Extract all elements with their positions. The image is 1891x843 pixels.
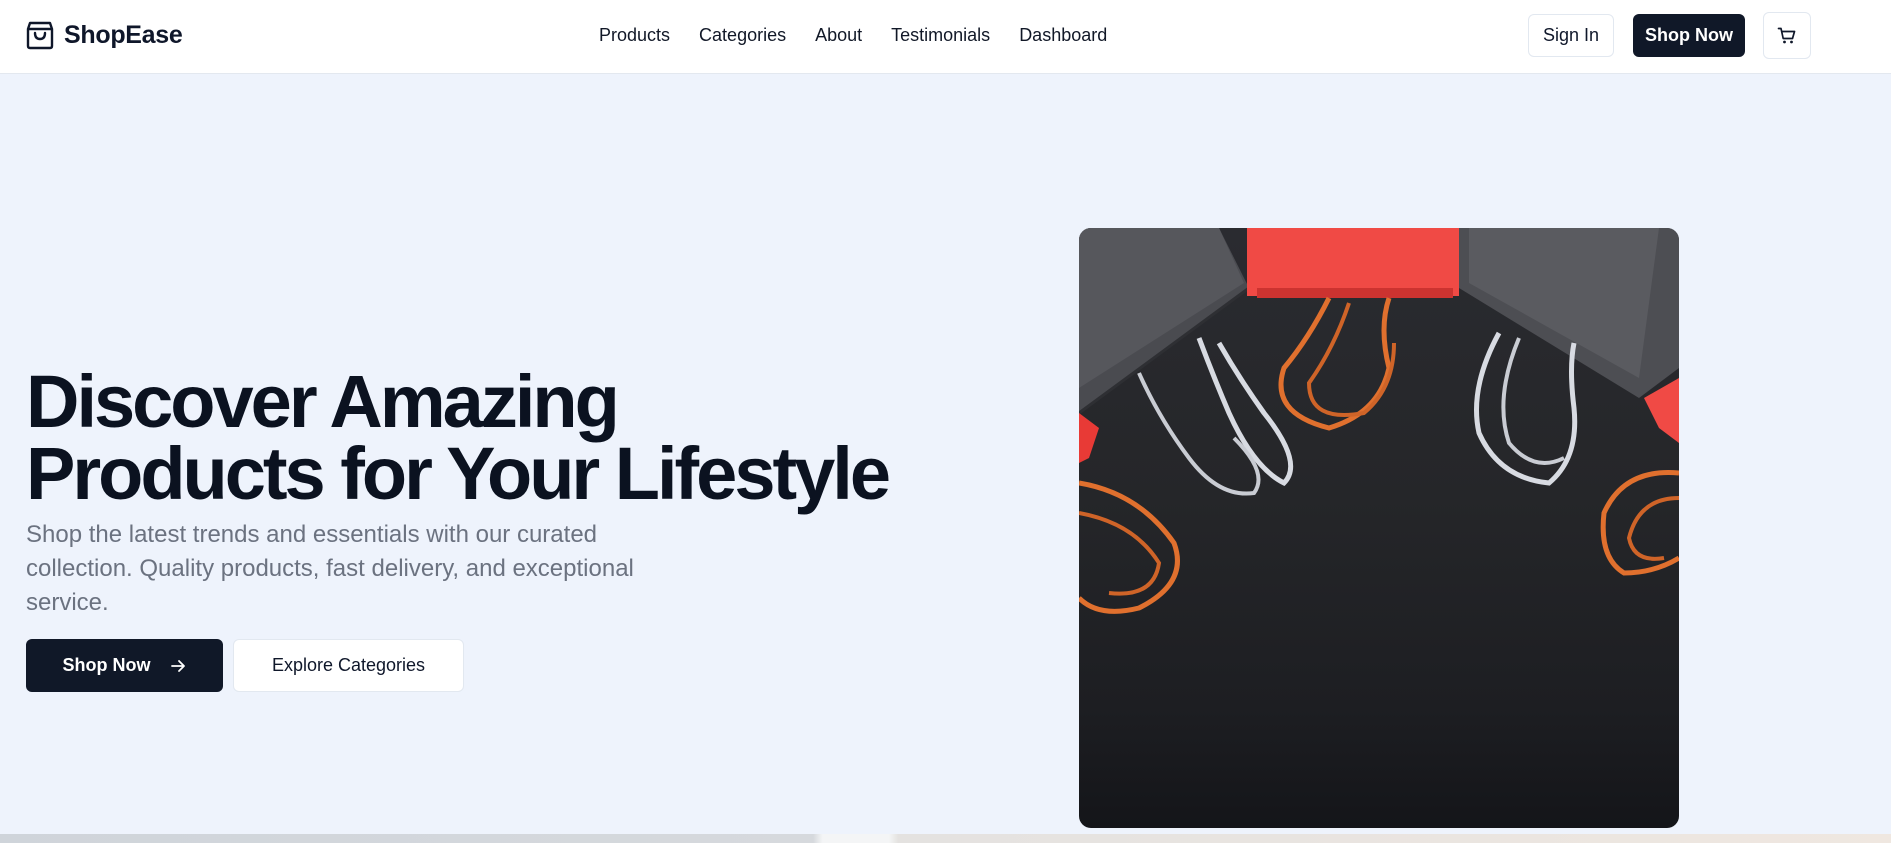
hero-subtitle-line-3: service. (26, 589, 109, 616)
hero-title-line-1: Discover Amazing (26, 360, 620, 443)
shopping-cart-icon (1777, 27, 1796, 43)
next-section-preview (0, 834, 1891, 843)
hero-subtitle-line-2: collection. Quality products, fast deliv… (26, 555, 634, 582)
shopping-bag-icon (26, 21, 54, 50)
explore-categories-button[interactable]: Explore Categories (233, 639, 464, 692)
cart-button[interactable] (1763, 12, 1811, 59)
hero-shop-now-label: Shop Now (62, 655, 151, 675)
nav-link-categories[interactable]: Categories (699, 24, 786, 46)
brand-logo[interactable]: ShopEase (26, 20, 183, 50)
nav-link-products[interactable]: Products (599, 24, 670, 46)
sign-in-button[interactable]: Sign In (1528, 14, 1614, 57)
nav-link-testimonials[interactable]: Testimonials (891, 24, 990, 46)
nav-link-dashboard[interactable]: Dashboard (1019, 24, 1107, 46)
site-header: ShopEase Products Categories About Testi… (0, 0, 1891, 74)
arrow-right-icon (170, 659, 185, 672)
header-shop-now-button[interactable]: Shop Now (1633, 14, 1745, 57)
main-nav: Products Categories About Testimonials D… (599, 24, 1107, 46)
hero-shop-now-button[interactable]: Shop Now (26, 639, 223, 692)
brand-name: ShopEase (64, 20, 183, 49)
hero-image (1079, 228, 1679, 828)
shopping-bags-illustration (1079, 228, 1679, 614)
hero-subtitle-line-1: Shop the latest trends and essentials wi… (26, 521, 598, 548)
nav-link-about[interactable]: About (815, 24, 862, 46)
hero-subtitle: Shop the latest trends and essentials wi… (26, 518, 706, 620)
hero-title: Discover Amazing Products for Your Lifes… (26, 365, 906, 511)
hero-title-line-2: Products for Your Lifestyle (26, 432, 891, 515)
